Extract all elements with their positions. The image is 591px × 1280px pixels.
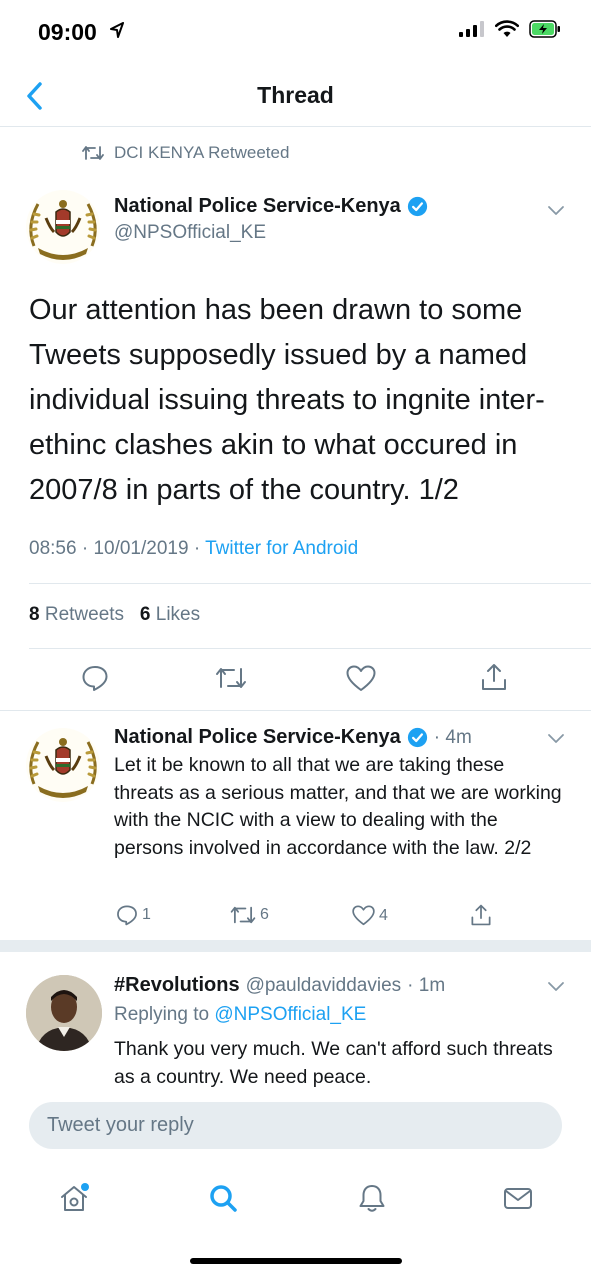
tweet-age-value: 4m	[445, 726, 472, 748]
location-arrow-icon	[110, 22, 124, 38]
tweet-date: 10/01/2019	[93, 538, 189, 559]
section-separator	[0, 940, 591, 952]
tweet-source[interactable]: Twitter for Android	[205, 538, 358, 559]
retweets-label: Retweets	[44, 604, 125, 625]
notifications-icon[interactable]	[356, 1182, 388, 1214]
tweet-stats: 8 Retweets 6 Likes	[29, 604, 200, 626]
replying-to: Replying to @NPSOfficial_KE	[114, 1004, 366, 1026]
battery-icon	[529, 20, 560, 38]
profile-photo	[26, 975, 102, 1051]
replying-label: Replying to	[114, 1004, 210, 1025]
status-time: 09:00	[38, 19, 97, 45]
search-icon[interactable]	[207, 1182, 239, 1214]
tweet-time: 08:56	[29, 538, 77, 559]
like-icon	[352, 905, 375, 926]
share-icon[interactable]	[470, 903, 492, 927]
author-name: National Police Service-Kenya	[114, 195, 401, 217]
likes-stat[interactable]: 6 Likes	[140, 604, 200, 625]
reply-action[interactable]: 1	[116, 904, 151, 926]
bottom-bar: Tweet your reply	[0, 1088, 591, 1280]
replying-mention[interactable]: @NPSOfficial_KE	[214, 1004, 366, 1025]
meta-separator: ·	[81, 538, 94, 559]
like-action[interactable]: 4	[352, 905, 388, 926]
author-name: #Revolutions	[114, 974, 240, 996]
page-title: Thread	[257, 82, 334, 108]
retweet-action[interactable]: 6	[230, 905, 269, 925]
divider	[0, 710, 591, 711]
tweet-meta: 08:56 · 10/01/2019 · Twitter for Android	[29, 538, 358, 560]
author-handle[interactable]: @NPSOfficial_KE	[114, 222, 266, 244]
retweet-icon	[230, 906, 256, 924]
navigation-bar: Thread	[0, 64, 591, 127]
like-icon[interactable]	[346, 665, 376, 692]
caret-down-icon[interactable]	[547, 733, 565, 745]
home-indicator	[190, 1258, 402, 1264]
author-name: National Police Service-Kenya	[114, 726, 401, 748]
tweet-age: · 1m	[407, 974, 446, 996]
verified-badge-icon	[407, 196, 427, 217]
signal-icon	[459, 21, 484, 37]
retweet-icon	[82, 146, 104, 160]
author-handle: @pauldaviddavies	[245, 974, 402, 996]
wifi-icon	[495, 20, 519, 37]
tweet-text: Let it be known to all that we are takin…	[114, 754, 562, 859]
meta-separator: ·	[193, 538, 206, 559]
retweeted-notice[interactable]: DCI KENYA Retweeted	[82, 143, 289, 163]
reply-icon	[117, 905, 137, 926]
messages-icon[interactable]	[502, 1182, 534, 1214]
divider	[29, 648, 591, 649]
status-bar: 09:00	[0, 0, 591, 64]
likes-count: 6	[139, 604, 151, 625]
verified-badge-icon	[407, 727, 427, 748]
main-tweet-author[interactable]: National Police Service-Kenya	[114, 195, 428, 218]
like-count: 4	[379, 906, 388, 924]
status-indicators	[459, 20, 561, 38]
tweet-text: Thank you very much. We can't afford suc…	[114, 1038, 553, 1088]
avatar[interactable]	[24, 188, 102, 266]
retweets-count: 8	[29, 604, 40, 625]
retweet-icon[interactable]	[215, 666, 247, 690]
reply-author[interactable]: #Revolutions @pauldaviddavies · 1m	[114, 974, 445, 997]
retweets-stat[interactable]: 8 Retweets	[29, 604, 124, 625]
likes-label: Likes	[155, 604, 201, 625]
retweet-count: 6	[260, 906, 269, 923]
reply-author[interactable]: National Police Service-Kenya · 4m	[114, 726, 472, 749]
reply-count: 1	[142, 906, 151, 923]
avatar[interactable]	[24, 726, 102, 804]
tweet-age: · 4m	[433, 726, 472, 748]
caret-down-icon[interactable]	[547, 205, 565, 217]
divider	[29, 583, 591, 584]
tweet-text: Our attention has been drawn to some Twe…	[29, 294, 545, 506]
share-icon[interactable]	[480, 662, 508, 692]
home-icon[interactable]	[58, 1182, 90, 1214]
tweet-age-value: 1m	[418, 974, 446, 996]
caret-down-icon[interactable]	[547, 981, 565, 993]
retweeted-label: DCI KENYA Retweeted	[114, 143, 290, 162]
avatar[interactable]	[26, 975, 102, 1051]
reply-icon[interactable]	[81, 664, 109, 692]
reply-input[interactable]: Tweet your reply	[29, 1102, 562, 1149]
